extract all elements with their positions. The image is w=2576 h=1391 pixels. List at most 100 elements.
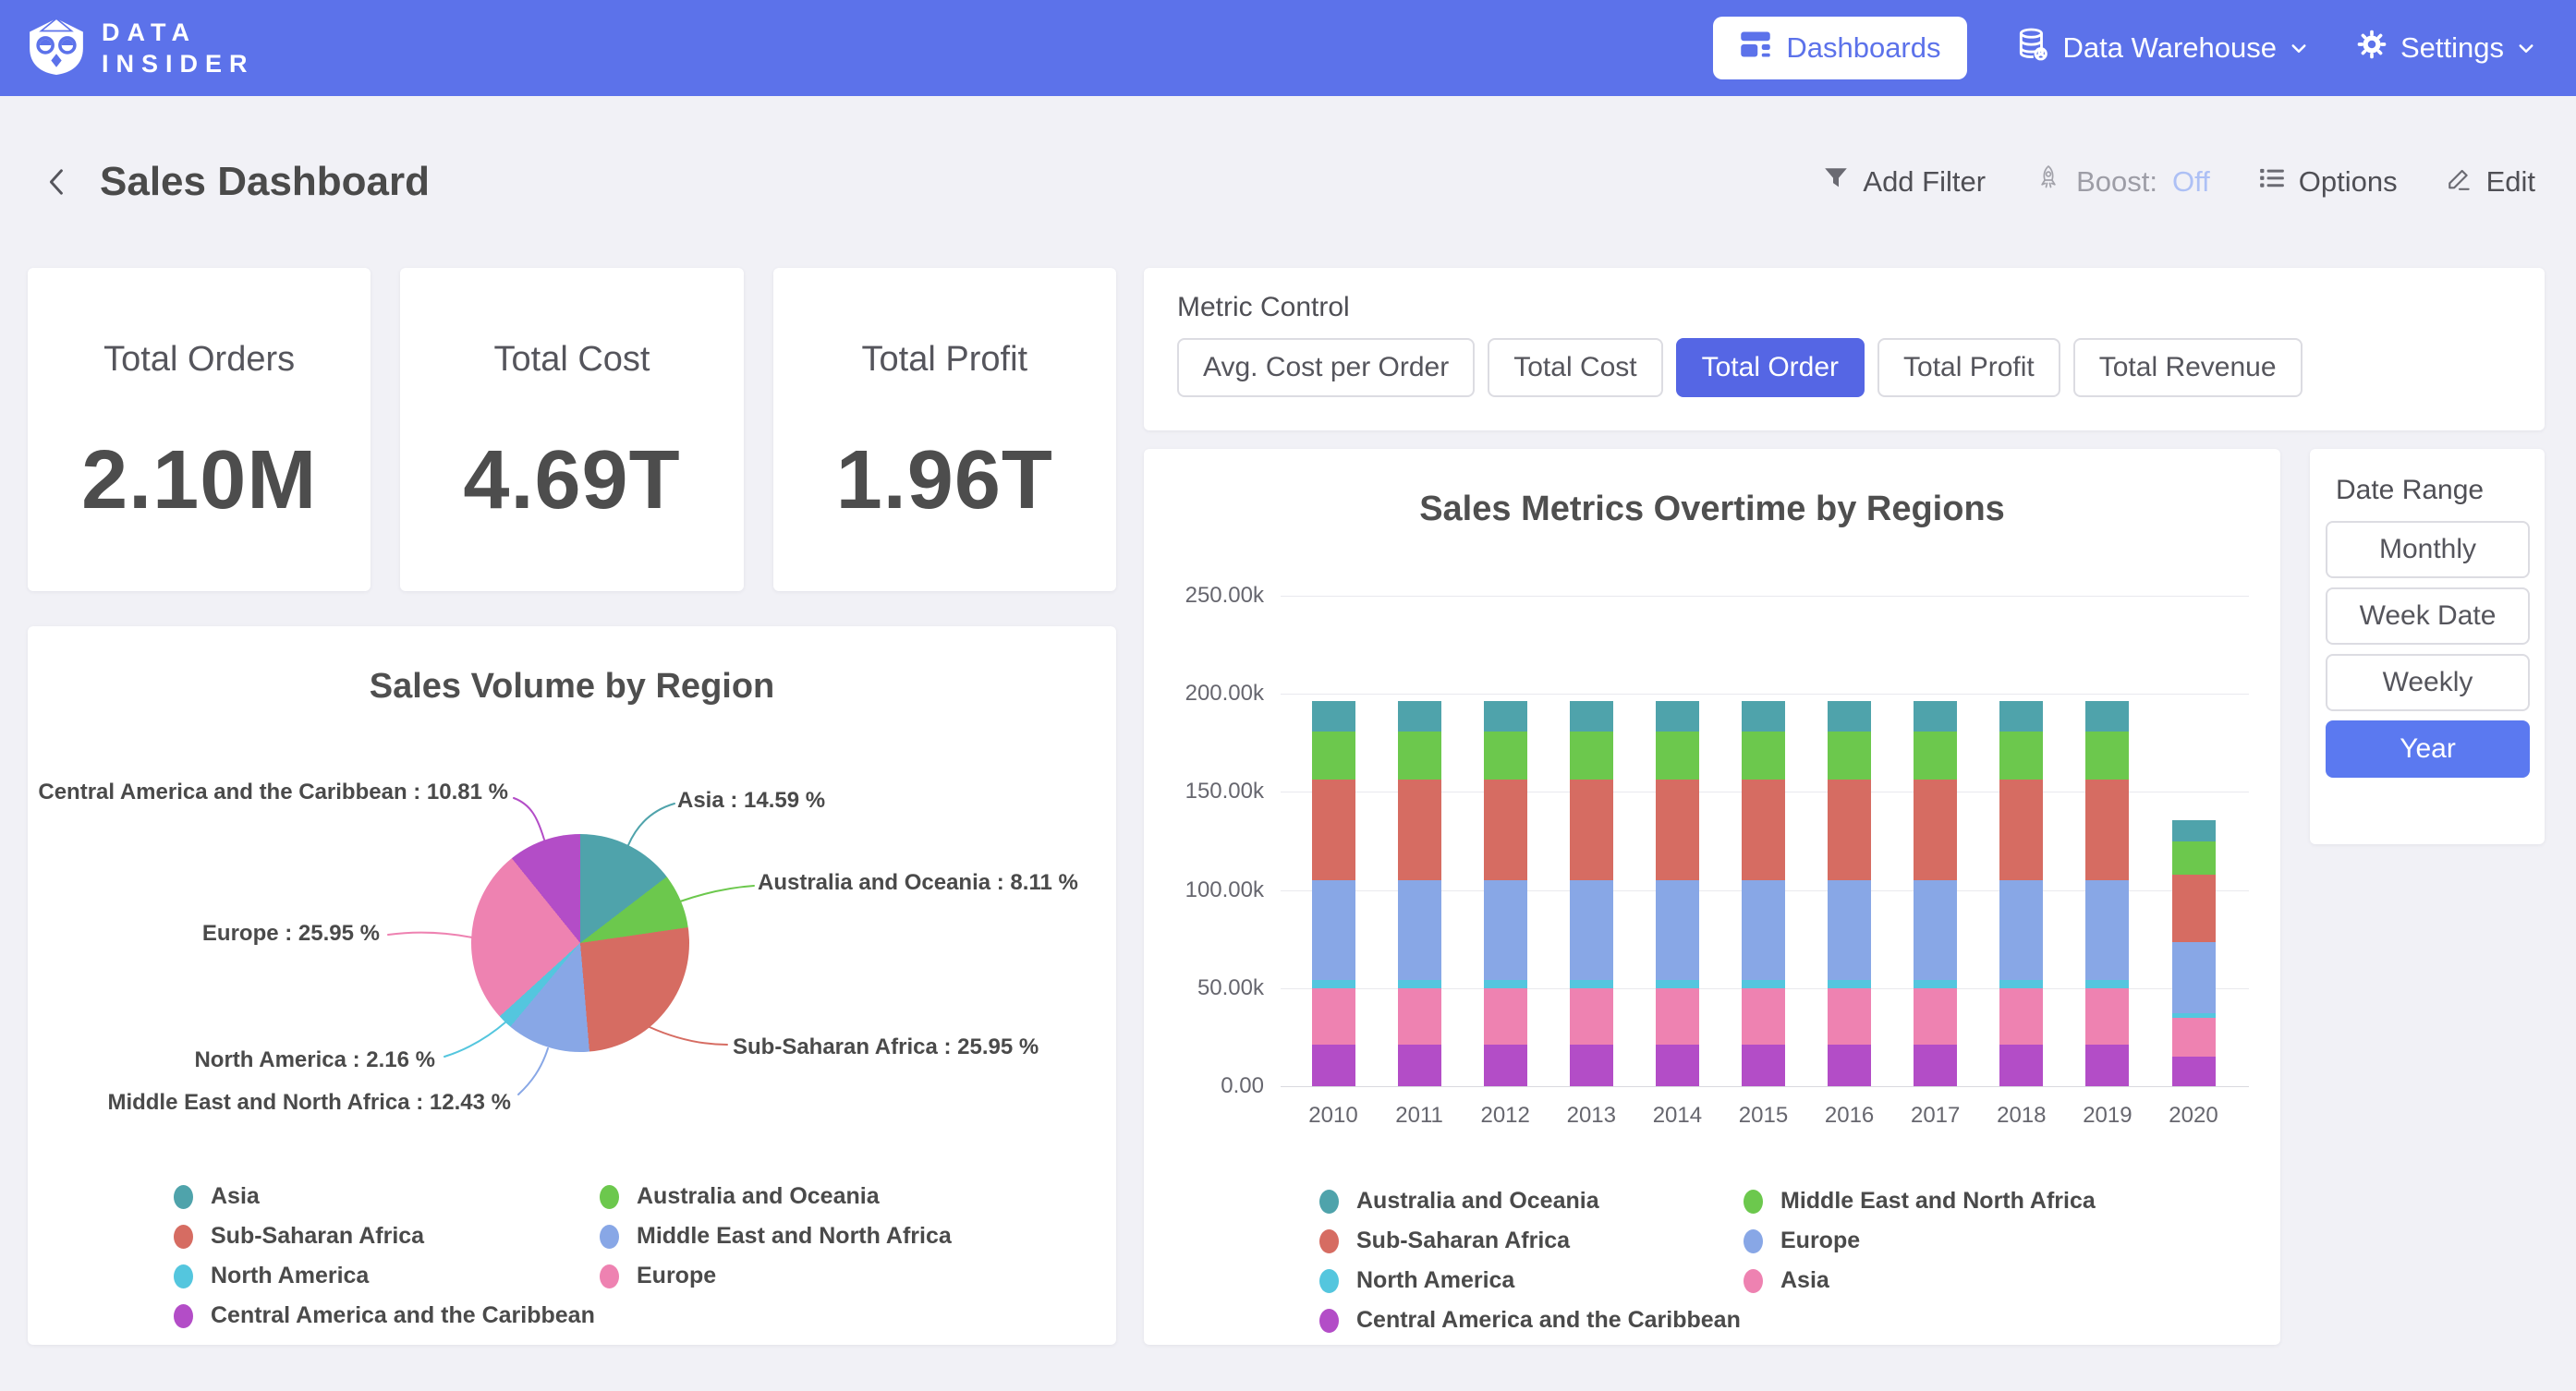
bar-segment-2019-asia[interactable] <box>2085 988 2129 1045</box>
legend-item-central-america-and-the-caribbean[interactable]: Central America and the Caribbean <box>174 1296 595 1336</box>
legend-item-north-america[interactable]: North America <box>174 1256 595 1296</box>
bar-segment-2011-middle-east-and-north-africa[interactable] <box>1398 732 1441 780</box>
bar-segment-2016-middle-east-and-north-africa[interactable] <box>1828 732 1871 780</box>
bar-segment-2020-sub-saharan-africa[interactable] <box>2172 875 2216 942</box>
bar-segment-2013-europe[interactable] <box>1570 880 1613 980</box>
bar-segment-2019-sub-saharan-africa[interactable] <box>2085 780 2129 879</box>
legend-item-central-america-and-the-caribbean[interactable]: Central America and the Caribbean <box>1319 1300 1741 1340</box>
metric-option-avg-cost-per-order[interactable]: Avg. Cost per Order <box>1177 338 1475 397</box>
bar-segment-2019-north-america[interactable] <box>2085 980 2129 988</box>
nav-dashboards-button[interactable]: Dashboards <box>1713 17 1966 79</box>
pie-chart[interactable] <box>471 834 689 1052</box>
bar-segment-2017-middle-east-and-north-africa[interactable] <box>1914 732 1957 780</box>
bar-segment-2010-north-america[interactable] <box>1312 980 1355 988</box>
date-range-option-weekly[interactable]: Weekly <box>2326 654 2530 711</box>
bar-segment-2012-europe[interactable] <box>1484 880 1527 980</box>
bar-segment-2010-central-america-and-the-caribbean[interactable] <box>1312 1045 1355 1086</box>
bar-segment-2012-australia-and-oceania[interactable] <box>1484 701 1527 732</box>
bar-segment-2017-australia-and-oceania[interactable] <box>1914 701 1957 732</box>
bar-segment-2018-middle-east-and-north-africa[interactable] <box>1999 732 2043 780</box>
bar-segment-2016-asia[interactable] <box>1828 988 1871 1045</box>
boost-toggle[interactable]: Boost: Off <box>2034 163 2210 200</box>
metric-option-total-order[interactable]: Total Order <box>1676 338 1865 397</box>
bar-segment-2017-central-america-and-the-caribbean[interactable] <box>1914 1045 1957 1086</box>
bar-segment-2013-central-america-and-the-caribbean[interactable] <box>1570 1045 1613 1086</box>
add-filter-button[interactable]: Add Filter <box>1822 164 1986 200</box>
edit-button[interactable]: Edit <box>2446 164 2535 200</box>
bar-segment-2013-australia-and-oceania[interactable] <box>1570 701 1613 732</box>
bar-segment-2013-middle-east-and-north-africa[interactable] <box>1570 732 1613 780</box>
legend-item-north-america[interactable]: North America <box>1319 1261 1741 1300</box>
back-button[interactable] <box>37 162 78 202</box>
bar-segment-2015-north-america[interactable] <box>1742 980 1785 988</box>
bar-segment-2011-north-america[interactable] <box>1398 980 1441 988</box>
bar-segment-2017-north-america[interactable] <box>1914 980 1957 988</box>
bar-segment-2013-sub-saharan-africa[interactable] <box>1570 780 1613 879</box>
bar-segment-2020-australia-and-oceania[interactable] <box>2172 820 2216 841</box>
bar-segment-2018-north-america[interactable] <box>1999 980 2043 988</box>
legend-item-middle-east-and-north-africa[interactable]: Middle East and North Africa <box>600 1216 952 1256</box>
bar-segment-2013-north-america[interactable] <box>1570 980 1613 988</box>
bar-segment-2020-north-america[interactable] <box>2172 1013 2216 1019</box>
bar-segment-2020-asia[interactable] <box>2172 1018 2216 1057</box>
bar-segment-2019-europe[interactable] <box>2085 880 2129 980</box>
bar-segment-2010-europe[interactable] <box>1312 880 1355 980</box>
bar-segment-2015-sub-saharan-africa[interactable] <box>1742 780 1785 879</box>
legend-item-sub-saharan-africa[interactable]: Sub-Saharan Africa <box>1319 1221 1741 1261</box>
date-range-option-week-date[interactable]: Week Date <box>2326 587 2530 645</box>
brand-logo[interactable]: DATA INSIDER <box>26 16 255 81</box>
options-button[interactable]: Options <box>2258 164 2398 200</box>
bar-segment-2010-australia-and-oceania[interactable] <box>1312 701 1355 732</box>
legend-item-europe[interactable]: Europe <box>600 1256 952 1296</box>
bar-segment-2014-sub-saharan-africa[interactable] <box>1656 780 1699 879</box>
bar-segment-2012-middle-east-and-north-africa[interactable] <box>1484 732 1527 780</box>
bar-segment-2010-sub-saharan-africa[interactable] <box>1312 780 1355 879</box>
bar-segment-2016-sub-saharan-africa[interactable] <box>1828 780 1871 879</box>
legend-item-europe[interactable]: Europe <box>1744 1221 2096 1261</box>
bar-segment-2010-middle-east-and-north-africa[interactable] <box>1312 732 1355 780</box>
bar-segment-2014-middle-east-and-north-africa[interactable] <box>1656 732 1699 780</box>
bar-segment-2017-europe[interactable] <box>1914 880 1957 980</box>
legend-item-middle-east-and-north-africa[interactable]: Middle East and North Africa <box>1744 1181 2096 1221</box>
bar-segment-2015-central-america-and-the-caribbean[interactable] <box>1742 1045 1785 1086</box>
legend-item-sub-saharan-africa[interactable]: Sub-Saharan Africa <box>174 1216 595 1256</box>
bar-segment-2011-australia-and-oceania[interactable] <box>1398 701 1441 732</box>
bar-segment-2018-asia[interactable] <box>1999 988 2043 1045</box>
bar-segment-2012-sub-saharan-africa[interactable] <box>1484 780 1527 879</box>
date-range-option-monthly[interactable]: Monthly <box>2326 521 2530 578</box>
bar-segment-2020-europe[interactable] <box>2172 942 2216 1012</box>
nav-data-warehouse[interactable]: Data Warehouse <box>2015 27 2308 69</box>
metric-option-total-revenue[interactable]: Total Revenue <box>2073 338 2303 397</box>
bar-segment-2011-sub-saharan-africa[interactable] <box>1398 780 1441 879</box>
bar-segment-2018-australia-and-oceania[interactable] <box>1999 701 2043 732</box>
bar-segment-2012-asia[interactable] <box>1484 988 1527 1045</box>
legend-item-asia[interactable]: Asia <box>1744 1261 2096 1300</box>
bar-segment-2019-australia-and-oceania[interactable] <box>2085 701 2129 732</box>
bar-segment-2016-north-america[interactable] <box>1828 980 1871 988</box>
bar-segment-2015-middle-east-and-north-africa[interactable] <box>1742 732 1785 780</box>
bar-segment-2016-central-america-and-the-caribbean[interactable] <box>1828 1045 1871 1086</box>
date-range-option-year[interactable]: Year <box>2326 720 2530 778</box>
bar-segment-2019-middle-east-and-north-africa[interactable] <box>2085 732 2129 780</box>
bar-segment-2011-europe[interactable] <box>1398 880 1441 980</box>
bar-segment-2014-central-america-and-the-caribbean[interactable] <box>1656 1045 1699 1086</box>
bar-segment-2018-sub-saharan-africa[interactable] <box>1999 780 2043 879</box>
bar-segment-2016-australia-and-oceania[interactable] <box>1828 701 1871 732</box>
bar-segment-2011-central-america-and-the-caribbean[interactable] <box>1398 1045 1441 1086</box>
bar-segment-2015-asia[interactable] <box>1742 988 1785 1045</box>
bar-segment-2014-australia-and-oceania[interactable] <box>1656 701 1699 732</box>
bar-segment-2014-asia[interactable] <box>1656 988 1699 1045</box>
bar-segment-2017-sub-saharan-africa[interactable] <box>1914 780 1957 879</box>
bar-segment-2015-europe[interactable] <box>1742 880 1785 980</box>
legend-item-australia-and-oceania[interactable]: Australia and Oceania <box>600 1177 952 1216</box>
metric-option-total-cost[interactable]: Total Cost <box>1488 338 1662 397</box>
legend-item-australia-and-oceania[interactable]: Australia and Oceania <box>1319 1181 1741 1221</box>
bar-segment-2016-europe[interactable] <box>1828 880 1871 980</box>
bar-segment-2017-asia[interactable] <box>1914 988 1957 1045</box>
bar-segment-2010-asia[interactable] <box>1312 988 1355 1045</box>
bar-segment-2020-middle-east-and-north-africa[interactable] <box>2172 841 2216 875</box>
bar-segment-2012-north-america[interactable] <box>1484 980 1527 988</box>
bar-segment-2012-central-america-and-the-caribbean[interactable] <box>1484 1045 1527 1086</box>
bar-segment-2015-australia-and-oceania[interactable] <box>1742 701 1785 732</box>
bar-segment-2020-central-america-and-the-caribbean[interactable] <box>2172 1057 2216 1086</box>
